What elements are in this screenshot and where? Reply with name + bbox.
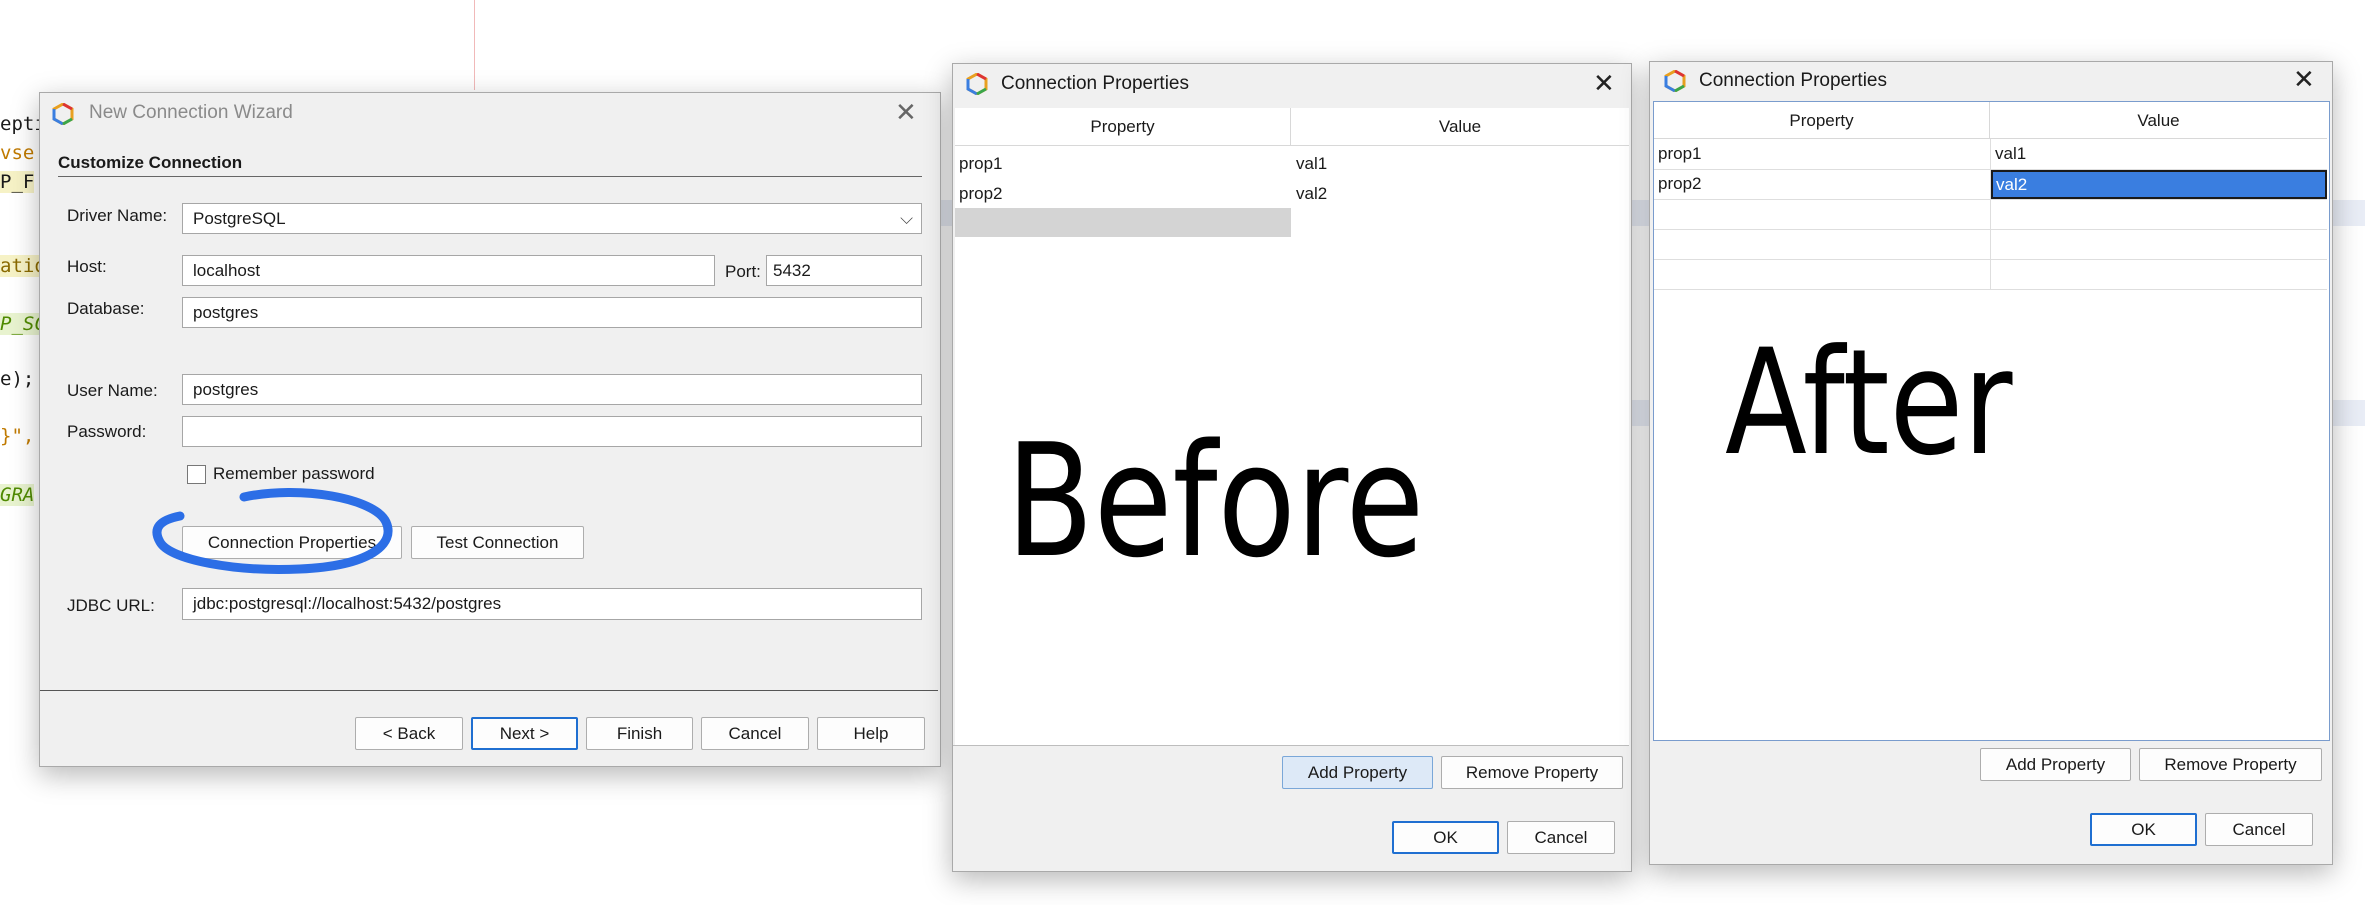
help-button[interactable]: Help — [817, 717, 925, 750]
app-hexagon-icon — [966, 73, 988, 95]
password-label: Password: — [67, 422, 147, 441]
footer-divider — [40, 690, 938, 691]
wizard-title: New Connection Wizard — [89, 102, 293, 123]
port-label: Port: — [725, 262, 761, 281]
code-line: }", — [0, 425, 35, 447]
cancel-button[interactable]: Cancel — [2205, 813, 2313, 846]
app-hexagon-icon — [52, 103, 74, 125]
column-divider — [1990, 139, 1991, 289]
test-connection-button[interactable]: Test Connection — [411, 526, 584, 559]
value-cell[interactable]: val2 — [1296, 184, 1327, 204]
database-input[interactable]: postgres — [182, 297, 922, 328]
value-cell[interactable]: val1 — [1995, 144, 2026, 164]
row-divider — [1654, 199, 2327, 200]
ok-button[interactable]: OK — [1392, 821, 1499, 854]
editor-margin-line — [474, 0, 475, 90]
app-hexagon-icon — [1664, 70, 1686, 92]
user-name-label: User Name: — [67, 381, 158, 400]
after-caption: After — [1725, 318, 2013, 488]
remove-property-button[interactable]: Remove Property — [1441, 756, 1623, 789]
code-line: e); — [0, 368, 35, 390]
before-titlebar[interactable]: Connection Properties ✕ — [953, 64, 1631, 104]
port-input[interactable]: 5432 — [766, 255, 922, 286]
code-editor-fragment: epti vse P_F atio P_SC e); }", GRA — [0, 0, 40, 905]
close-icon[interactable]: ✕ — [1593, 70, 1615, 96]
cancel-button[interactable]: Cancel — [1507, 821, 1615, 854]
value-cell[interactable]: val1 — [1296, 154, 1327, 174]
section-divider — [58, 176, 922, 177]
close-icon[interactable]: ✕ — [2293, 66, 2315, 92]
jdbc-url-label: JDBC URL: — [67, 596, 155, 615]
password-input[interactable] — [182, 416, 922, 447]
annotation-circle — [152, 488, 393, 574]
add-property-button[interactable]: Add Property — [1282, 756, 1433, 789]
host-label: Host: — [67, 257, 107, 276]
row-divider — [1654, 289, 2327, 290]
new-connection-wizard-window: New Connection Wizard ✕ Customize Connec… — [39, 92, 941, 767]
property-cell[interactable]: prop1 — [1658, 144, 1701, 164]
property-cell[interactable]: prop1 — [959, 154, 1002, 174]
connection-properties-before-window: Connection Properties ✕ Property Value p… — [952, 63, 1632, 872]
row-divider — [1654, 229, 2327, 230]
ok-button[interactable]: OK — [2090, 813, 2197, 846]
after-titlebar[interactable]: Connection Properties ✕ — [1650, 62, 2332, 102]
finish-button[interactable]: Finish — [586, 717, 693, 750]
connection-properties-after-window: Connection Properties ✕ Property Value p… — [1649, 61, 2333, 865]
code-line: GRA — [0, 484, 35, 506]
driver-name-select[interactable]: PostgreSQL ⌵ — [182, 203, 922, 234]
section-heading: Customize Connection — [58, 153, 243, 172]
code-line: P_F — [0, 171, 35, 193]
table-bottom-divider — [953, 745, 1629, 746]
add-property-button[interactable]: Add Property — [1980, 748, 2131, 781]
before-dialog-title: Connection Properties — [1001, 73, 1189, 94]
remove-property-button[interactable]: Remove Property — [2139, 748, 2322, 781]
code-line: epti — [0, 113, 40, 135]
value-column-header[interactable]: Value — [1990, 102, 2327, 139]
wizard-titlebar[interactable]: New Connection Wizard ✕ — [40, 93, 940, 133]
after-dialog-title: Connection Properties — [1699, 70, 1887, 91]
property-cell[interactable]: prop2 — [1658, 174, 1701, 194]
close-icon[interactable]: ✕ — [895, 99, 917, 125]
property-cell[interactable]: prop2 — [959, 184, 1002, 204]
cancel-button[interactable]: Cancel — [701, 717, 809, 750]
row-divider — [1654, 259, 2327, 260]
next-button[interactable]: Next > — [471, 717, 578, 750]
property-column-header[interactable]: Property — [1654, 102, 1990, 139]
value-column-header[interactable]: Value — [1291, 108, 1629, 146]
property-column-header[interactable]: Property — [955, 108, 1291, 146]
back-button[interactable]: < Back — [355, 717, 463, 750]
jdbc-url-input[interactable]: jdbc:postgresql://localhost:5432/postgre… — [182, 588, 922, 620]
value-cell-selected[interactable]: val2 — [1991, 170, 2327, 199]
chevron-down-icon: ⌵ — [900, 209, 913, 228]
user-name-input[interactable]: postgres — [182, 374, 922, 405]
before-properties-table: Property Value prop1 val1 prop2 val2 Bef… — [955, 108, 1629, 745]
code-line: P_SC — [0, 313, 40, 335]
code-line: atio — [0, 255, 40, 277]
database-label: Database: — [67, 299, 145, 318]
before-caption: Before — [1006, 410, 1425, 592]
code-line: vse — [0, 142, 35, 164]
driver-name-label: Driver Name: — [67, 206, 168, 225]
empty-selected-row[interactable] — [955, 208, 1291, 237]
after-properties-table: Property Value prop1 val1 prop2 val2 Aft… — [1653, 101, 2330, 741]
driver-name-value: PostgreSQL — [193, 209, 286, 228]
host-input[interactable]: localhost — [182, 255, 715, 286]
